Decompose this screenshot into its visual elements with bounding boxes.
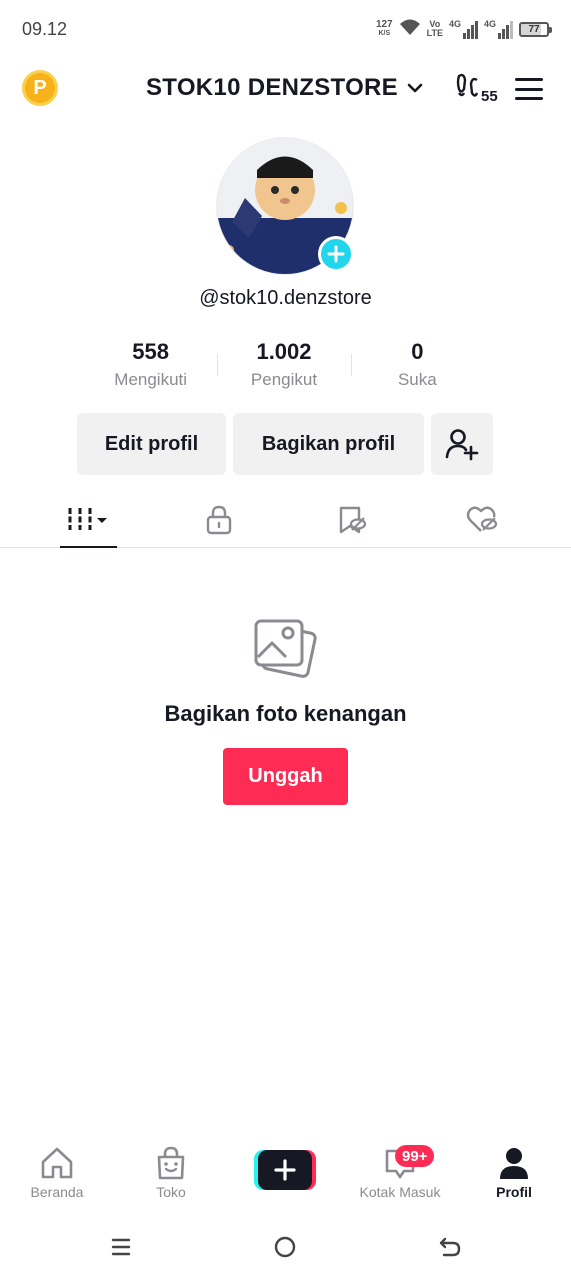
username: @stok10.denzstore <box>199 287 372 309</box>
nav-home[interactable]: Beranda <box>7 1140 107 1212</box>
home-system-button[interactable] <box>270 1234 300 1260</box>
active-tab-indicator <box>60 546 117 548</box>
wifi-icon <box>399 18 421 41</box>
profile-views-count: 55 <box>481 88 498 105</box>
sim2-label: 4G <box>483 19 496 29</box>
stat-label: Pengikut <box>250 370 318 389</box>
system-nav-bar <box>0 1222 571 1272</box>
bottom-nav: Beranda Toko Kotak Masuk 99+ Profil <box>0 1140 571 1212</box>
account-name: STOK10 DENZSTORE <box>146 74 398 101</box>
back-icon <box>439 1237 461 1257</box>
coin-icon[interactable]: P <box>22 70 58 106</box>
nav-shop[interactable]: Toko <box>121 1140 221 1212</box>
network-speed-unit: K/S <box>378 30 391 37</box>
nav-label: Beranda <box>30 1184 84 1200</box>
nav-label: Kotak Masuk <box>359 1184 441 1200</box>
tab-liked[interactable] <box>443 492 523 548</box>
network-speed: 127 K/S <box>376 20 393 38</box>
avatar-container[interactable] <box>216 137 354 275</box>
nav-profile[interactable]: Profil <box>464 1140 564 1212</box>
profile-views-button[interactable]: 55 <box>455 72 498 105</box>
status-bar: 09.12 127 K/S Vo LTE 4G 4G 77 <box>0 0 571 58</box>
profile-stats: 558 Mengikuti 1.002 Pengikut 0 Suka <box>84 338 484 398</box>
add-avatar-button[interactable] <box>318 236 354 272</box>
volte-indicator: Vo LTE <box>427 20 443 38</box>
person-icon <box>500 1148 528 1179</box>
volte-bottom: LTE <box>426 28 443 38</box>
stat-label: Mengikuti <box>114 370 188 389</box>
share-profile-button[interactable]: Bagikan profil <box>233 413 424 475</box>
grid-icon <box>68 508 107 530</box>
profile-header: P STOK10 DENZSTORE 55 <box>0 58 571 122</box>
add-person-icon <box>445 429 479 461</box>
plus-icon <box>327 245 345 263</box>
lock-icon <box>206 505 232 535</box>
back-button[interactable] <box>435 1234 465 1260</box>
recent-apps-icon <box>111 1238 131 1256</box>
upload-button[interactable]: Unggah <box>223 748 348 805</box>
edit-profile-button[interactable]: Edit profil <box>77 413 226 475</box>
stat-label: Suka <box>397 370 437 389</box>
sim1-label: 4G <box>448 19 461 29</box>
heart-icon <box>466 506 498 532</box>
photo-stack-icon <box>254 619 317 678</box>
plus-icon <box>274 1159 296 1181</box>
stat-value: 1.002 <box>256 339 312 364</box>
account-switcher[interactable]: STOK10 DENZSTORE <box>146 74 424 102</box>
stat-likes[interactable]: 0 Suka <box>350 338 484 398</box>
shop-bag-icon <box>157 1146 185 1180</box>
stat-followers[interactable]: 1.002 Pengikut <box>217 338 350 398</box>
nav-label: Profil <box>496 1184 532 1200</box>
stat-value: 0 <box>411 339 424 364</box>
footprint-icon <box>456 73 479 97</box>
network-speed-value: 127 <box>375 19 393 30</box>
stat-following[interactable]: 558 Mengikuti <box>84 338 217 398</box>
battery-icon: 77 <box>519 21 552 37</box>
add-friends-button[interactable] <box>431 413 493 475</box>
home-icon <box>41 1147 73 1179</box>
home-circle-icon <box>274 1236 296 1258</box>
content-tabs <box>0 492 571 548</box>
tab-private[interactable] <box>179 492 259 548</box>
create-button[interactable] <box>254 1150 316 1190</box>
profile-actions: Edit profil Bagikan profil <box>77 413 493 475</box>
bookmark-icon <box>339 506 367 534</box>
tab-videos[interactable] <box>48 492 128 548</box>
signal-sim1-icon: 4G <box>449 19 478 39</box>
empty-state-title: Bagikan foto kenangan <box>164 701 407 726</box>
stat-value: 558 <box>132 339 170 364</box>
nav-label: Toko <box>156 1184 186 1200</box>
signal-sim2-icon: 4G <box>484 19 513 39</box>
status-time: 09.12 <box>22 19 68 39</box>
coin-letter: P <box>33 76 47 99</box>
battery-level: 77 <box>528 23 540 35</box>
chevron-down-icon <box>407 83 423 93</box>
status-icons: 127 K/S Vo LTE 4G 4G 77 <box>376 16 552 42</box>
tab-saved[interactable] <box>312 492 392 548</box>
inbox-badge: 99+ <box>395 1145 435 1167</box>
recent-apps-button[interactable] <box>106 1234 136 1260</box>
menu-icon[interactable] <box>515 78 543 100</box>
